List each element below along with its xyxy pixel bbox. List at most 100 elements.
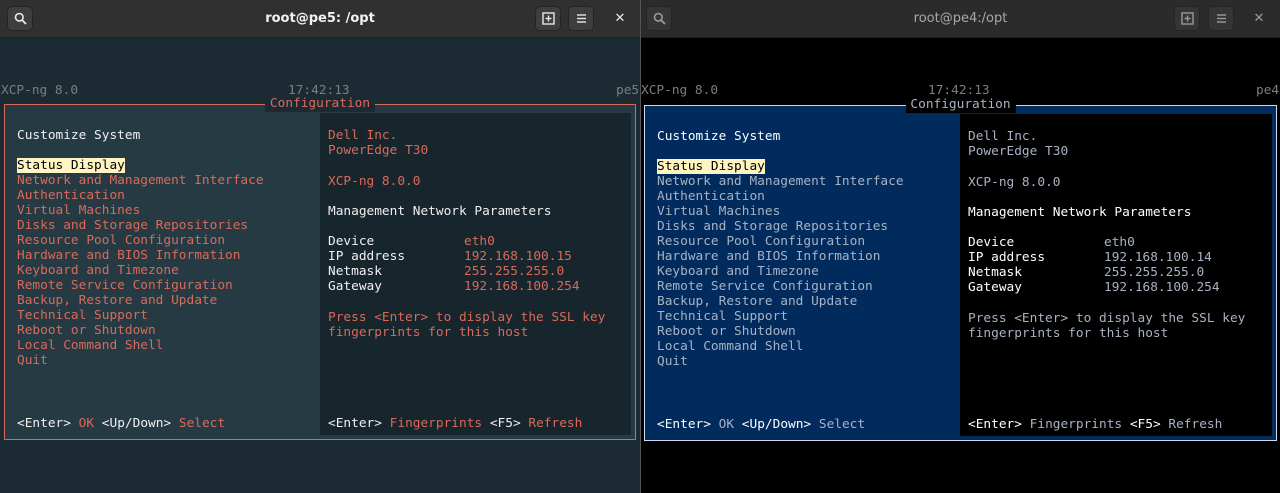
menu-item-keyboard[interactable]: Keyboard and Timezone — [657, 264, 819, 279]
menu-item-status-display[interactable]: Status Display — [657, 159, 765, 174]
key-f5: <F5> — [1129, 417, 1161, 432]
gateway-label: Gateway — [968, 280, 1022, 295]
menu-item-disks[interactable]: Disks and Storage Repositories — [657, 219, 888, 234]
menu-item-authentication[interactable]: Authentication — [657, 189, 765, 204]
frame-title: Configuration — [905, 97, 1016, 113]
menu-item-authentication[interactable]: Authentication — [17, 188, 125, 203]
menu-button[interactable] — [1208, 6, 1234, 31]
terminal-area[interactable]: XCP-ng 8.0 17:42:13 pe5 Configuration Cu… — [0, 38, 640, 493]
new-tab-button[interactable] — [1174, 6, 1200, 31]
menu-item-keyboard[interactable]: Keyboard and Timezone — [17, 263, 179, 278]
menu-item-backup[interactable]: Backup, Restore and Update — [657, 294, 857, 309]
menu-item-resource-pool[interactable]: Resource Pool Configuration — [657, 234, 865, 249]
clock: 17:42:13 — [928, 83, 990, 98]
net-heading: Management Network Parameters — [328, 204, 552, 219]
menu-item-status-display[interactable]: Status Display — [17, 158, 125, 173]
menu-item-hardware[interactable]: Hardware and BIOS Information — [17, 248, 240, 263]
new-tab-icon — [1180, 12, 1194, 25]
vendor: Dell Inc. — [328, 128, 398, 143]
action-refresh: Refresh — [1168, 417, 1223, 432]
hamburger-icon — [576, 14, 586, 23]
hamburger-icon — [1216, 14, 1226, 23]
key-enter: <Enter> — [328, 416, 382, 431]
ip-value: 192.168.100.15 — [464, 249, 572, 264]
key-enter: <Enter> — [657, 417, 711, 432]
host-os-label: XCP-ng 8.0 — [641, 83, 719, 98]
hostname: pe4 — [1256, 83, 1280, 98]
device-label: Device — [328, 234, 375, 249]
menu-item-virtual-machines[interactable]: Virtual Machines — [17, 203, 140, 218]
menu-item-technical-support[interactable]: Technical Support — [657, 309, 788, 324]
key-f5: <F5> — [489, 416, 521, 431]
close-button[interactable]: ✕ — [610, 6, 630, 31]
action-ok: OK — [78, 416, 95, 431]
close-button[interactable]: ✕ — [1249, 6, 1269, 31]
key-enter: <Enter> — [17, 416, 71, 431]
frame-title: Configuration — [264, 96, 376, 112]
gateway-label: Gateway — [328, 279, 382, 294]
gateway-value: 192.168.100.254 — [464, 279, 580, 294]
footer-right: <Enter> Fingerprints <F5> Refresh — [968, 417, 1222, 432]
action-ok: OK — [718, 417, 735, 432]
menu-heading: Customize System — [17, 128, 141, 143]
menu-item-virtual-machines[interactable]: Virtual Machines — [657, 204, 780, 219]
menu-item-quit[interactable]: Quit — [657, 354, 688, 369]
netmask-value: 255.255.255.0 — [464, 264, 565, 279]
menu-item-technical-support[interactable]: Technical Support — [17, 308, 148, 323]
model: PowerEdge T30 — [328, 143, 429, 158]
ip-value: 192.168.100.14 — [1104, 250, 1212, 265]
menu-item-network[interactable]: Network and Management Interface — [657, 174, 904, 189]
net-heading: Management Network Parameters — [968, 205, 1192, 220]
footer-left: <Enter> OK <Up/Down> Select — [657, 417, 865, 432]
hint-line-1: Press <Enter> to display the SSL key — [968, 311, 1246, 326]
header-bar: root@pe5: /opt ✕ — [0, 0, 640, 38]
menu-item-quit[interactable]: Quit — [17, 353, 48, 368]
close-icon: ✕ — [614, 11, 626, 26]
action-refresh: Refresh — [528, 416, 583, 431]
menu-item-remote-service[interactable]: Remote Service Configuration — [17, 278, 233, 293]
new-tab-icon — [541, 12, 555, 25]
menu-item-backup[interactable]: Backup, Restore and Update — [17, 293, 217, 308]
netmask-value: 255.255.255.0 — [1104, 265, 1205, 280]
device-value: eth0 — [1104, 235, 1135, 250]
key-enter: <Enter> — [968, 417, 1022, 432]
hint-line-1: Press <Enter> to display the SSL key — [328, 310, 606, 325]
version: XCP-ng 8.0.0 — [968, 175, 1061, 190]
menu-item-resource-pool[interactable]: Resource Pool Configuration — [17, 233, 225, 248]
ip-label: IP address — [328, 249, 406, 264]
menu-item-hardware[interactable]: Hardware and BIOS Information — [657, 249, 880, 264]
footer-right: <Enter> Fingerprints <F5> Refresh — [328, 416, 582, 431]
menu-item-local-shell[interactable]: Local Command Shell — [657, 339, 803, 354]
menu-item-local-shell[interactable]: Local Command Shell — [17, 338, 163, 353]
menu-button[interactable] — [568, 6, 594, 31]
device-value: eth0 — [464, 234, 495, 249]
hint-line-2: fingerprints for this host — [968, 326, 1169, 341]
device-label: Device — [968, 235, 1015, 250]
footer-left: <Enter> OK <Up/Down> Select — [17, 416, 225, 431]
action-select: Select — [178, 416, 226, 431]
header-bar: root@pe4:/opt ✕ — [641, 0, 1280, 38]
host-os-label: XCP-ng 8.0 — [1, 83, 79, 98]
new-tab-button[interactable] — [535, 6, 561, 31]
action-select: Select — [818, 417, 866, 432]
key-updown: <Up/Down> — [741, 417, 812, 432]
menu-item-network[interactable]: Network and Management Interface — [17, 173, 264, 188]
close-icon: ✕ — [1253, 11, 1265, 26]
menu-item-disks[interactable]: Disks and Storage Repositories — [17, 218, 248, 233]
gateway-value: 192.168.100.254 — [1104, 280, 1220, 295]
menu-item-remote-service[interactable]: Remote Service Configuration — [657, 279, 873, 294]
hint-line-2: fingerprints for this host — [328, 325, 529, 340]
menu-item-reboot[interactable]: Reboot or Shutdown — [657, 324, 796, 339]
menu-item-reboot[interactable]: Reboot or Shutdown — [17, 323, 156, 338]
terminal-area[interactable]: XCP-ng 8.0 17:42:13 pe4 Configuration Cu… — [641, 38, 1280, 493]
vendor: Dell Inc. — [968, 129, 1038, 144]
model: PowerEdge T30 — [968, 144, 1069, 159]
key-updown: <Up/Down> — [101, 416, 172, 431]
action-fingerprints: Fingerprints — [1029, 417, 1123, 432]
version: XCP-ng 8.0.0 — [328, 174, 421, 189]
netmask-label: Netmask — [328, 264, 382, 279]
ip-label: IP address — [968, 250, 1046, 265]
hostname: pe5 — [616, 83, 640, 98]
terminal-window-pe4[interactable]: root@pe4:/opt ✕ XCP-ng 8.0 17:42:13 pe4 … — [641, 0, 1280, 493]
terminal-window-pe5[interactable]: root@pe5: /opt ✕ XCP-ng 8.0 17:42:13 pe5… — [0, 0, 640, 493]
